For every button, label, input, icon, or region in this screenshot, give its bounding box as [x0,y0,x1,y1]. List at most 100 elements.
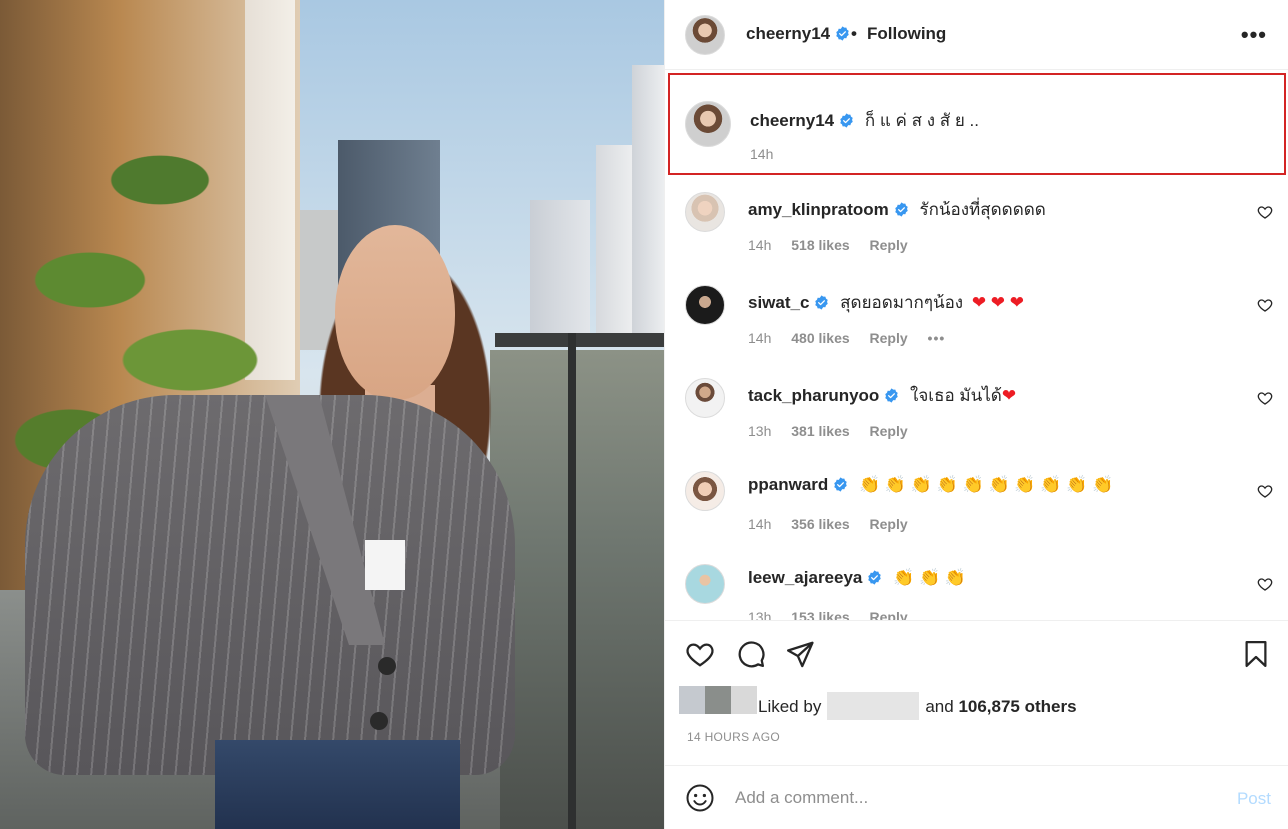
clap-emoji: 👏 👏 👏 [893,568,967,587]
comment-input[interactable] [735,783,1205,813]
comment-meta: 14h 356 likes Reply [748,516,924,532]
comment-username[interactable]: tack_pharunyoo [748,386,879,405]
comment-meta: 14h 480 likes Reply ••• [748,330,961,346]
photo-building [530,200,590,340]
verified-icon [868,570,882,585]
avatar[interactable] [685,101,731,147]
reply-button[interactable]: Reply [870,330,908,346]
verified-icon [815,295,829,310]
comment-line: amy_klinpratoom รักน้องที่สุดดดดด [748,196,1046,223]
comment-time[interactable]: 14h [748,516,771,532]
caption-line: cheerny14 ก็ แ ค่ ส ง สั ย .. [750,107,979,134]
comment-time[interactable]: 13h [748,423,771,439]
comment-line: siwat_c สุดยอดมากๆน้อง ❤ ❤ ❤ [748,289,1024,316]
verified-icon [840,113,853,128]
comment-line: tack_pharunyoo ใจเธอ มันได้❤ [748,382,1016,409]
comment-line: leew_ajareeya 👏 👏 👏 [748,568,966,588]
liker-avatar[interactable] [731,686,757,714]
bookmark-icon[interactable] [1241,639,1271,669]
comment-list[interactable]: amy_klinpratoom รักน้องที่สุดดดดด 14h 51… [665,178,1288,620]
liker-avatar[interactable] [679,686,705,714]
comment-item: ppanward 👏 👏 👏 👏 👏 👏 👏 👏 👏 👏 14h 356 lik… [665,457,1288,550]
comment-text: ใจเธอ มันได้ [910,386,1002,405]
comment-time[interactable]: 14h [748,330,771,346]
comment-text: รักน้องที่สุดดดดด [919,200,1046,219]
liked-by-and: and [925,697,954,716]
verified-icon [834,477,848,492]
comment-icon[interactable] [736,639,766,669]
post-panel: cheerny14 • Following ••• cheerny14 ก็ แ… [664,0,1288,829]
heart-emoji: ❤ ❤ ❤ [971,293,1025,312]
caption-highlight: cheerny14 ก็ แ ค่ ส ง สั ย .. 14h [668,73,1286,175]
comment-heart-icon[interactable] [1257,297,1273,313]
header-separator: • [851,24,857,43]
comment-item: tack_pharunyoo ใจเธอ มันได้❤ 13h 381 lik… [665,364,1288,457]
reply-button[interactable]: Reply [870,237,908,253]
post-button[interactable]: Post [1237,789,1271,809]
caption-time[interactable]: 14h [750,146,773,162]
post-photo[interactable] [0,0,664,829]
photo-jacket-button [370,712,388,730]
comment-meta: 13h 153 likes Reply [748,609,924,620]
comment-heart-icon[interactable] [1257,204,1273,220]
comment-time[interactable]: 14h [748,237,771,253]
avatar[interactable] [685,564,725,604]
avatar[interactable] [685,15,725,55]
liked-by-label: Liked by [758,697,822,716]
caption-username[interactable]: cheerny14 [750,111,834,130]
comment-username[interactable]: siwat_c [748,293,809,312]
photo-person-jacket [25,395,515,775]
liker-avatar[interactable] [705,686,731,714]
reply-button[interactable]: Reply [870,423,908,439]
avatar[interactable] [685,192,725,232]
comment-more-icon[interactable]: ••• [928,330,946,346]
heart-emoji: ❤ [1001,386,1017,405]
heart-icon[interactable] [685,639,715,669]
post-header: cheerny14 • Following ••• [665,0,1288,70]
comment-meta: 14h 518 likes Reply [748,237,924,253]
following-button[interactable]: Following [867,24,946,44]
comment-likes[interactable]: 518 likes [791,237,849,253]
comment-heart-icon[interactable] [1257,576,1273,592]
verified-icon [836,26,849,41]
liked-by-text: Liked by and 106,875 others [758,692,1077,720]
comment-heart-icon[interactable] [1257,390,1273,406]
caption-text: ก็ แ ค่ ส ง สั ย .. [864,111,980,130]
comment-likes[interactable]: 153 likes [791,609,849,620]
comment-item: amy_klinpratoom รักน้องที่สุดดดดด 14h 51… [665,178,1288,271]
photo-person-face [335,225,455,400]
emoji-icon[interactable] [685,783,715,813]
photo-building [632,65,664,335]
share-icon[interactable] [785,639,815,669]
photo-person-top [365,540,405,590]
comment-likes[interactable]: 480 likes [791,330,849,346]
post-timestamp[interactable]: 14 HOURS AGO [687,730,780,744]
verified-icon [885,388,899,403]
photo-jacket-button [378,657,396,675]
verified-icon [895,202,908,217]
more-icon[interactable]: ••• [1241,22,1267,48]
comment-username[interactable]: amy_klinpratoom [748,200,889,219]
comment-text: สุดยอดมากๆน้อง [840,293,964,312]
reply-button[interactable]: Reply [870,609,908,620]
avatar[interactable] [685,378,725,418]
add-comment-bar: Post [665,765,1288,829]
avatar[interactable] [685,471,725,511]
author-username[interactable]: cheerny14 [746,24,830,43]
liker-name-redacted[interactable] [827,692,920,720]
comment-username[interactable]: leew_ajareeya [748,568,862,587]
comment-likes[interactable]: 356 likes [791,516,849,532]
comment-meta: 13h 381 likes Reply [748,423,924,439]
comment-heart-icon[interactable] [1257,483,1273,499]
comment-item: siwat_c สุดยอดมากๆน้อง ❤ ❤ ❤ 14h 480 lik… [665,271,1288,364]
author-username-link[interactable]: cheerny14 [746,24,850,44]
comment-likes[interactable]: 381 likes [791,423,849,439]
clap-emoji: 👏 👏 👏 👏 👏 👏 👏 👏 👏 👏 [859,475,1114,494]
comment-item: leew_ajareeya 👏 👏 👏 13h 153 likes Reply [665,550,1288,620]
comment-time[interactable]: 13h [748,609,771,620]
likes-count-link[interactable]: 106,875 others [958,697,1076,716]
comment-line: ppanward 👏 👏 👏 👏 👏 👏 👏 👏 👏 👏 [748,475,1113,495]
comment-username[interactable]: ppanward [748,475,828,494]
avatar[interactable] [685,285,725,325]
reply-button[interactable]: Reply [870,516,908,532]
